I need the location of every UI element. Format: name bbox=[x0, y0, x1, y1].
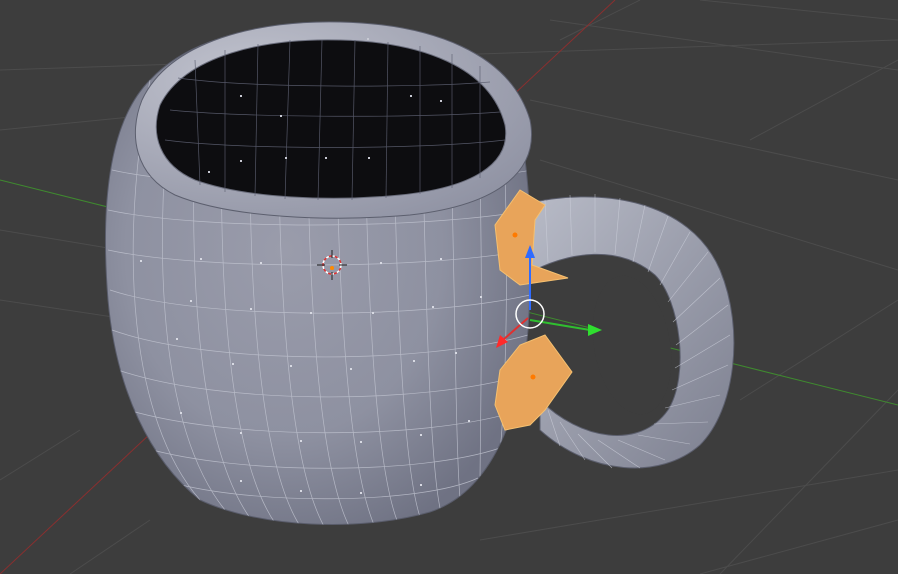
viewport-canvas[interactable] bbox=[0, 0, 898, 574]
mug-rim[interactable] bbox=[134, 21, 532, 219]
3d-viewport[interactable] bbox=[0, 0, 898, 574]
mug-handle[interactable] bbox=[519, 194, 735, 469]
